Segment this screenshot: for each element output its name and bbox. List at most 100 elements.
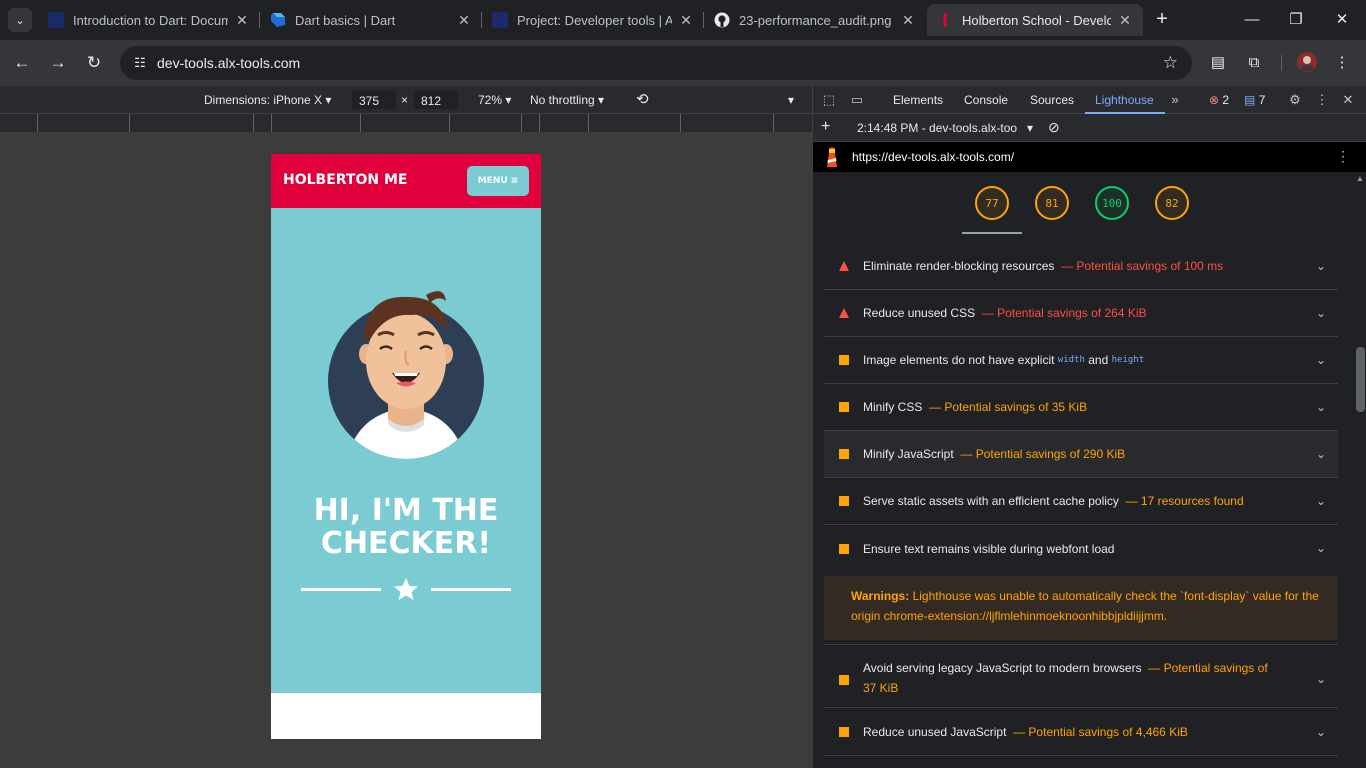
device-toolbar-more-icon[interactable]: ▾ xyxy=(788,93,794,107)
audit-item[interactable]: Reduce unused CSS — Potential savings of… xyxy=(824,290,1338,337)
chevron-down-icon[interactable]: ⌄ xyxy=(1316,494,1326,508)
report-select-chevron-icon[interactable]: ▾ xyxy=(1027,121,1033,135)
rotate-icon[interactable]: ⟲ xyxy=(636,90,649,108)
scrollbar[interactable]: ▲ xyxy=(1353,172,1366,768)
audit-item-expanded[interactable]: Ensure text remains visible during webfo… xyxy=(824,525,1338,572)
close-window-button[interactable]: ✕ xyxy=(1330,8,1354,32)
score-gauge[interactable]: 100 xyxy=(1095,186,1129,220)
close-icon[interactable]: ✕ xyxy=(678,12,694,29)
audit-title: Serve static assets with an efficient ca… xyxy=(863,494,1119,508)
throttling-select[interactable]: No throttling ▾ xyxy=(530,93,604,107)
url-text[interactable]: dev-tools.alx-tools.com xyxy=(157,55,300,71)
audit-item[interactable]: Image elements do not have explicit widt… xyxy=(824,337,1338,384)
menu-button[interactable]: MENU ≡ xyxy=(467,166,529,196)
site-header: HOLBERTON ME MENU ≡ xyxy=(271,154,541,208)
site-brand[interactable]: HOLBERTON ME xyxy=(283,172,407,188)
device-toggle-icon[interactable]: ▭ xyxy=(847,90,867,110)
bookmark-star-icon[interactable]: ☆ xyxy=(1163,51,1178,75)
message-icon: ▤ xyxy=(1244,93,1256,107)
more-menu-icon[interactable]: ⋮ xyxy=(1330,51,1354,75)
media-query-ruler[interactable] xyxy=(0,114,812,133)
ruler-tick xyxy=(680,114,681,132)
avatar[interactable] xyxy=(1295,51,1319,75)
device-select-label: Dimensions: iPhone X xyxy=(204,93,323,107)
zoom-select[interactable]: 72% ▾ xyxy=(478,93,511,107)
reading-mode-icon[interactable]: ▤ xyxy=(1206,51,1230,75)
close-icon[interactable]: ✕ xyxy=(234,12,250,29)
audit-item[interactable]: Serve static assets with an efficient ca… xyxy=(824,478,1338,525)
chevron-down-icon[interactable]: ⌄ xyxy=(1316,353,1326,367)
inspect-icon[interactable]: ⬚ xyxy=(819,90,839,110)
audit-item[interactable]: Avoid serving legacy JavaScript to moder… xyxy=(824,644,1338,708)
score-gauge[interactable]: 77 xyxy=(975,186,1009,220)
audit-title: Reduce unused JavaScript xyxy=(863,725,1007,739)
close-devtools-icon[interactable]: ✕ xyxy=(1338,90,1358,110)
tab-title: Project: Developer tools | AL xyxy=(517,12,672,28)
tab-item[interactable]: 23-performance_audit.png - ✕ xyxy=(704,4,926,36)
tab-elements[interactable]: Elements xyxy=(893,93,943,107)
minimize-button[interactable]: — xyxy=(1240,8,1264,32)
tab-item[interactable]: Dart basics | Dart ✕ xyxy=(260,4,482,36)
chevron-down-icon[interactable]: ⌄ xyxy=(1316,259,1326,273)
message-counter[interactable]: ▤ 7 xyxy=(1244,93,1265,107)
tab-item-active[interactable]: Holberton School - Develop ✕ xyxy=(927,4,1143,36)
address-bar[interactable]: ☷ dev-tools.alx-tools.com ☆ xyxy=(120,46,1192,80)
tab-search-button[interactable]: ⌄ xyxy=(8,8,32,32)
hero-heading: HI, I'M THE CHECKER! xyxy=(271,494,541,560)
tab-console[interactable]: Console xyxy=(964,93,1008,107)
width-input[interactable]: 375 xyxy=(352,91,396,109)
reload-button[interactable]: ↻ xyxy=(82,51,106,75)
devtools-menu-icon[interactable]: ⋮ xyxy=(1312,90,1332,110)
close-icon[interactable]: ✕ xyxy=(900,12,916,29)
new-tab-button[interactable]: + xyxy=(1150,8,1174,32)
more-tabs-icon[interactable]: » xyxy=(1165,90,1185,110)
audit-item[interactable]: Minify JavaScript — Potential savings of… xyxy=(824,431,1338,478)
plus-icon: + xyxy=(1156,8,1168,30)
chevron-down-icon[interactable]: ⌄ xyxy=(1316,669,1326,689)
report-url-bar: https://dev-tools.alx-tools.com/ ⋮ xyxy=(813,142,1366,172)
back-button[interactable]: ← xyxy=(10,51,34,75)
report-menu-icon[interactable]: ⋮ xyxy=(1336,148,1350,165)
ruler-tick xyxy=(521,114,522,132)
clear-reports-icon[interactable]: ⊘ xyxy=(1048,119,1060,136)
holberton-icon xyxy=(937,12,953,28)
report-url[interactable]: https://dev-tools.alx-tools.com/ xyxy=(852,150,1014,164)
error-counter[interactable]: ⊗ 2 xyxy=(1209,93,1229,107)
chevron-down-icon[interactable]: ⌄ xyxy=(1316,725,1326,739)
scroll-up-icon[interactable]: ▲ xyxy=(1356,174,1364,183)
tab-sources[interactable]: Sources xyxy=(1030,93,1074,107)
reload-icon: ↻ xyxy=(86,53,102,72)
audit-item[interactable]: Eliminate render-blocking resources — Po… xyxy=(824,243,1338,290)
tab-lighthouse[interactable]: Lighthouse xyxy=(1095,93,1154,107)
close-icon[interactable]: ✕ xyxy=(1117,12,1133,29)
score-gauge[interactable]: 81 xyxy=(1035,186,1069,220)
close-icon[interactable]: ✕ xyxy=(456,12,472,29)
error-count: 2 xyxy=(1222,93,1230,107)
scrollbar-thumb[interactable] xyxy=(1356,347,1365,412)
height-input[interactable]: 812 xyxy=(414,91,458,109)
hero-heading-line: HI, I'M THE xyxy=(313,493,499,528)
chevron-down-icon[interactable]: ⌄ xyxy=(1316,447,1326,461)
chevron-down-icon[interactable]: ⌄ xyxy=(1316,541,1326,555)
tab-item[interactable]: Project: Developer tools | AL ✕ xyxy=(482,4,704,36)
tab-title: Holberton School - Develop xyxy=(962,12,1111,28)
site-info-button[interactable]: ☷ xyxy=(128,51,152,75)
audit-item[interactable]: Minify CSS — Potential savings of 35 KiB… xyxy=(824,384,1338,431)
device-select[interactable]: Dimensions: iPhone X ▾ xyxy=(204,93,331,107)
report-select[interactable]: 2:14:48 PM - dev-tools.alx-too xyxy=(857,121,1017,135)
maximize-button[interactable]: ❐ xyxy=(1284,8,1308,32)
audit-item[interactable]: Reduce unused JavaScript — Potential sav… xyxy=(824,709,1338,756)
browser-toolbar: ← → ↻ ☷ dev-tools.alx-tools.com ☆ ▤ ⧉ ⋮ xyxy=(0,40,1366,86)
average-square-icon xyxy=(839,496,849,506)
score-gauge[interactable]: 82 xyxy=(1155,186,1189,220)
tab-item[interactable]: Introduction to Dart: Docum ✕ xyxy=(38,4,260,36)
chevron-down-icon[interactable]: ⌄ xyxy=(1316,306,1326,320)
forward-button[interactable]: → xyxy=(46,51,70,75)
chevron-down-icon[interactable]: ⌄ xyxy=(1316,400,1326,414)
extensions-icon[interactable]: ⧉ xyxy=(1242,51,1266,75)
settings-gear-icon[interactable]: ⚙ xyxy=(1285,90,1305,110)
audit-title: Minify JavaScript xyxy=(863,447,954,461)
new-report-plus-icon[interactable]: + xyxy=(821,118,830,136)
audit-savings: — Potential savings of 290 KiB xyxy=(960,447,1126,461)
audit-savings: — Potential savings of 4,466 KiB xyxy=(1013,725,1188,739)
